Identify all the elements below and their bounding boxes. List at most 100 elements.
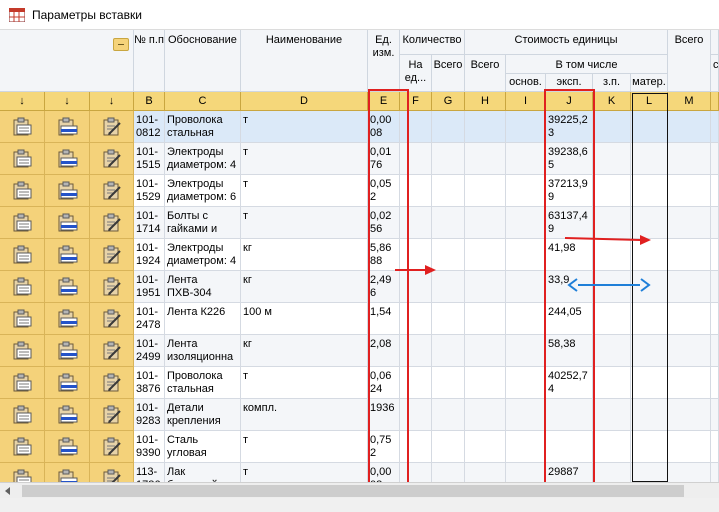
cell-f[interactable] bbox=[400, 463, 432, 482]
cell-l[interactable] bbox=[631, 399, 668, 431]
cell-f[interactable] bbox=[400, 175, 432, 207]
cell-k[interactable] bbox=[593, 143, 631, 175]
table-row[interactable]: 101- 2499 Лента изоляционна кг 2,08 58,38 bbox=[0, 335, 719, 367]
horizontal-scrollbar[interactable] bbox=[0, 482, 719, 499]
edit-note-button[interactable] bbox=[90, 463, 134, 482]
cell-g[interactable] bbox=[432, 367, 465, 399]
edit-note-button[interactable] bbox=[90, 175, 134, 207]
scroll-thumb[interactable] bbox=[22, 485, 684, 497]
cell-exp[interactable]: 244,05 bbox=[546, 303, 593, 335]
cell-k[interactable] bbox=[593, 111, 631, 143]
cell-g[interactable] bbox=[432, 111, 465, 143]
cell-h[interactable] bbox=[465, 431, 506, 463]
edit-note-button[interactable] bbox=[90, 399, 134, 431]
cell-f[interactable] bbox=[400, 207, 432, 239]
cell-k[interactable] bbox=[593, 271, 631, 303]
cell-code[interactable]: 101- 9283 bbox=[134, 399, 165, 431]
cell-k[interactable] bbox=[593, 431, 631, 463]
cell-f[interactable] bbox=[400, 111, 432, 143]
letter-g[interactable]: G bbox=[432, 92, 465, 111]
cell-g[interactable] bbox=[432, 207, 465, 239]
table-row[interactable]: 101- 0812 Проволока стальная т 0,00 08 39225… bbox=[0, 111, 719, 143]
header-qty-per-unit[interactable]: На ед... bbox=[400, 55, 432, 92]
cell-h[interactable] bbox=[465, 175, 506, 207]
letter-k[interactable]: K bbox=[593, 92, 631, 111]
paste-button[interactable] bbox=[0, 239, 45, 271]
header-basis[interactable]: Обоснование bbox=[165, 30, 241, 92]
table-row[interactable]: 101- 1529 Электроды диаметром: 6 т 0,05 2 37… bbox=[0, 175, 719, 207]
cell-m[interactable] bbox=[668, 303, 711, 335]
cell-n[interactable] bbox=[711, 431, 719, 463]
cell-g[interactable] bbox=[432, 431, 465, 463]
cell-l[interactable] bbox=[631, 143, 668, 175]
cell-n[interactable] bbox=[711, 207, 719, 239]
cell-f[interactable] bbox=[400, 431, 432, 463]
insert-row-button[interactable] bbox=[45, 431, 90, 463]
paste-parameters-grid[interactable]: № п.п Обоснование Наименование Ед. изм. … bbox=[0, 30, 719, 482]
insert-row-button[interactable] bbox=[45, 367, 90, 399]
insert-row-button[interactable] bbox=[45, 271, 90, 303]
edit-note-button[interactable] bbox=[90, 335, 134, 367]
cell-basis[interactable]: Проволока стальная bbox=[165, 111, 241, 143]
table-row[interactable]: 113- 1786Лак битумныйт0,00 08 29887 bbox=[0, 463, 719, 482]
header-incl[interactable]: В том числе bbox=[506, 55, 668, 74]
cell-basis[interactable]: Сталь угловая bbox=[165, 431, 241, 463]
cell-k[interactable] bbox=[593, 367, 631, 399]
cell-m[interactable] bbox=[668, 463, 711, 482]
header-qty-total[interactable]: Всего bbox=[432, 55, 465, 92]
header-basic[interactable]: основ. bbox=[506, 74, 546, 92]
cell-exp[interactable]: 40252,7 4 bbox=[546, 367, 593, 399]
edit-note-button[interactable] bbox=[90, 239, 134, 271]
cell-code[interactable]: 101- 9390 bbox=[134, 431, 165, 463]
paste-button[interactable] bbox=[0, 271, 45, 303]
cell-m[interactable] bbox=[668, 239, 711, 271]
letter-h[interactable]: H bbox=[465, 92, 506, 111]
cell-basis[interactable]: Лента изоляционна bbox=[165, 335, 241, 367]
cell-unit[interactable]: т bbox=[241, 367, 368, 399]
paste-button[interactable] bbox=[0, 463, 45, 482]
header-next-sub[interactable]: с bbox=[711, 55, 719, 92]
cell-h[interactable] bbox=[465, 207, 506, 239]
cell-n[interactable] bbox=[711, 271, 719, 303]
header-num[interactable]: № п.п bbox=[134, 30, 165, 92]
cell-l[interactable] bbox=[631, 463, 668, 482]
insert-row-button[interactable] bbox=[45, 207, 90, 239]
table-row[interactable]: 101- 1515 Электроды диаметром: 4 т 0,01 76 3… bbox=[0, 143, 719, 175]
cell-i[interactable] bbox=[506, 143, 546, 175]
cell-m[interactable] bbox=[668, 367, 711, 399]
cell-i[interactable] bbox=[506, 335, 546, 367]
edit-note-button[interactable] bbox=[90, 143, 134, 175]
edit-note-button[interactable] bbox=[90, 367, 134, 399]
cell-k[interactable] bbox=[593, 335, 631, 367]
cell-exp[interactable]: 39238,6 5 bbox=[546, 143, 593, 175]
cell-unit[interactable]: т bbox=[241, 111, 368, 143]
cell-unit[interactable]: кг bbox=[241, 239, 368, 271]
cell-l[interactable] bbox=[631, 431, 668, 463]
header-exp[interactable]: эксп. bbox=[546, 74, 593, 92]
paste-button[interactable] bbox=[0, 143, 45, 175]
cell-exp[interactable]: 58,38 bbox=[546, 335, 593, 367]
cell-i[interactable] bbox=[506, 431, 546, 463]
collapse-button[interactable] bbox=[113, 38, 129, 51]
cell-unit[interactable]: кг bbox=[241, 271, 368, 303]
cell-qty[interactable]: 0,75 2 bbox=[368, 431, 400, 463]
header-cost-total[interactable]: Всего bbox=[465, 55, 506, 92]
cell-basis[interactable]: Электроды диаметром: 6 bbox=[165, 175, 241, 207]
header-next-total[interactable]: Всего bbox=[668, 30, 711, 92]
cell-code[interactable]: 101- 1714 bbox=[134, 207, 165, 239]
cell-g[interactable] bbox=[432, 175, 465, 207]
cell-exp[interactable]: 37213,9 9 bbox=[546, 175, 593, 207]
insert-row-button[interactable] bbox=[45, 111, 90, 143]
edit-note-button[interactable] bbox=[90, 207, 134, 239]
cell-f[interactable] bbox=[400, 271, 432, 303]
header-unit[interactable]: Ед. изм. bbox=[368, 30, 400, 92]
paste-button[interactable] bbox=[0, 175, 45, 207]
cell-l[interactable] bbox=[631, 239, 668, 271]
cell-l[interactable] bbox=[631, 367, 668, 399]
cell-unit[interactable]: т bbox=[241, 175, 368, 207]
cell-code[interactable]: 101- 1924 bbox=[134, 239, 165, 271]
table-row[interactable]: 101- 9283 Детали крепления компл. 1936 bbox=[0, 399, 719, 431]
edit-note-button[interactable] bbox=[90, 431, 134, 463]
cell-f[interactable] bbox=[400, 303, 432, 335]
insert-row-button[interactable] bbox=[45, 239, 90, 271]
